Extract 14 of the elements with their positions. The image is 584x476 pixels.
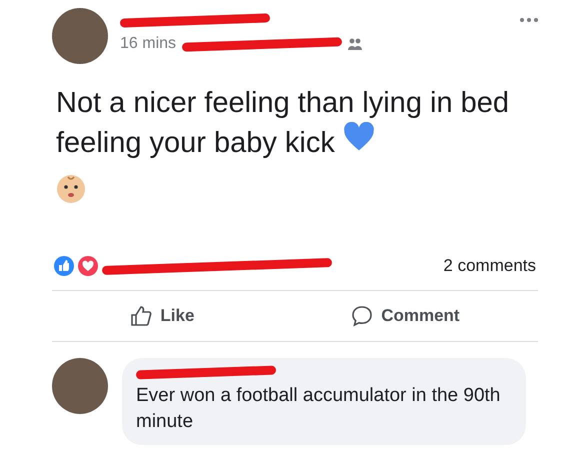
thumbs-up-icon	[130, 305, 152, 327]
heart-icon	[342, 122, 375, 152]
post-time: 16 mins	[120, 35, 176, 53]
like-reaction-icon	[54, 256, 74, 276]
comment-text: Ever won a football accumulator in the 90th minute	[136, 384, 502, 434]
speech-bubble-icon	[351, 305, 374, 327]
comment-button[interactable]: Comment	[343, 301, 468, 331]
post-text: Not a nicer feeling than lying in bed feeling your baby kick	[56, 86, 510, 161]
friends-icon	[348, 38, 362, 50]
comments-count[interactable]: 2 comments	[443, 256, 536, 276]
more-options-icon[interactable]	[520, 18, 538, 22]
baby-face-icon	[56, 174, 86, 204]
like-button[interactable]: Like	[122, 301, 202, 331]
love-reaction-icon	[78, 256, 98, 276]
